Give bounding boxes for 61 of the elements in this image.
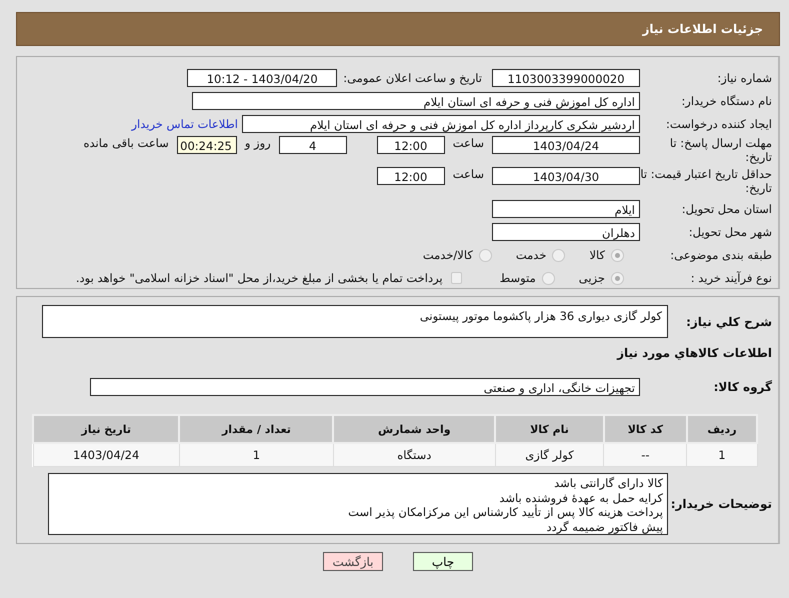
field-label: استان محل تحویل: [680, 202, 773, 216]
column-header: تاریخ نیاز [33, 415, 180, 443]
province-field: ایلام [492, 200, 640, 218]
radio-button[interactable] [542, 272, 555, 284]
radio-label: جزیی [578, 271, 605, 285]
field-label: شهر محل تحویل: [688, 225, 773, 239]
table-cell: دستگاه [333, 443, 496, 466]
section-heading: اطلاعات کالاهاي مورد نياز [616, 345, 773, 362]
validity-date-field: 1403/04/30 [492, 167, 640, 185]
field-label: مهلت ارسال پاسخ: تا تاریخ: [668, 136, 773, 164]
radio-button[interactable] [478, 248, 492, 262]
field-label: نوع فرآیند خرید : [690, 271, 773, 285]
buyer-notes-textarea: کالا دارای گارانتی باشد کرایه حمل به عهدهٔ فروشنده باشد پرداخت هزینه کالا پس از تأیید کارشناس این مرکزامکان پذیر است پیش فاکتور ضمیمه گردد [48, 473, 668, 535]
validity-time-field: 12:00 [376, 167, 445, 185]
radio-label: خدمت [516, 248, 546, 262]
buyer-org-field: اداره کل اموزش فنی و حرفه ای استان ایلام [192, 92, 640, 110]
buyer-contact-link[interactable]: اطلاعات تماس خریدار [131, 117, 238, 131]
table-cell: 1 [179, 443, 334, 466]
field-label: شماره نیاز: [716, 71, 773, 85]
table-cell: 1 [686, 443, 757, 466]
deadline-date-field: 1403/04/24 [492, 136, 640, 154]
field-label: شرح کلي نياز: [685, 314, 773, 328]
radio-label: کالا/خدمت [422, 248, 473, 262]
field-label: ساعت [452, 136, 484, 150]
radio-button[interactable] [611, 272, 624, 284]
page-title: جزئیات اطلاعات نیاز [642, 22, 763, 36]
field-label: روز و [244, 136, 271, 150]
city-field: دهلران [492, 223, 640, 241]
field-label: ساعت باقی مانده [84, 136, 169, 150]
field-label: ساعت [452, 167, 484, 181]
column-header: نام کالا [495, 415, 604, 443]
radio-label: متوسط [500, 271, 536, 285]
days-field: 4 [278, 136, 347, 154]
announce-date-field: 1403/04/20 - 10:12 [187, 69, 338, 87]
remaining-time-field: 00:24:25 [176, 136, 237, 154]
radio-button[interactable] [552, 248, 566, 262]
column-header: تعداد / مقدار [179, 415, 334, 443]
radio-button[interactable] [611, 248, 624, 262]
radio-label: کالا [589, 248, 605, 262]
checkbox-label: پرداخت تمام یا بخشی از مبلغ خرید،از محل "اسناد خزانه اسلامی" خواهد بود. [76, 271, 443, 285]
column-header: ردیف [686, 415, 757, 443]
back-button[interactable]: بازگشت [323, 552, 383, 571]
need-number-field: 1103003399000020 [492, 69, 640, 87]
checkbox[interactable] [450, 272, 462, 284]
column-header: کد کالا [604, 415, 687, 443]
table-cell: -- [604, 443, 687, 466]
print-button[interactable]: چاپ [413, 552, 473, 571]
field-label: تاریخ و ساعت اعلان عمومی: [343, 71, 482, 85]
table-cell: 1403/04/24 [33, 443, 180, 466]
field-label: توضیحات خریدار: [670, 497, 773, 511]
field-label: گروه کالا: [712, 380, 773, 394]
field-label: طبقه بندی موضوعی: [669, 248, 773, 262]
deadline-time-field: 12:00 [376, 136, 445, 154]
table-cell: کولر گازی [495, 443, 604, 466]
description-textarea: کولر گازی دیواری 36 هزار پاکشوما موتور پیستونی [42, 305, 668, 338]
requester-field: اردشیر شکری کارپرداز اداره کل اموزش فنی و حرفه ای استان ایلام [242, 115, 640, 133]
field-label: حداقل تاریخ اعتبار قیمت: تا تاریخ: [640, 167, 773, 195]
field-label: نام دستگاه خریدار: [680, 94, 773, 108]
column-header: واحد شمارش [333, 415, 496, 443]
goods-group-field: تجهیزات خانگی، اداری و صنعتی [90, 378, 640, 396]
field-label: ایجاد کننده درخواست: [665, 117, 773, 131]
